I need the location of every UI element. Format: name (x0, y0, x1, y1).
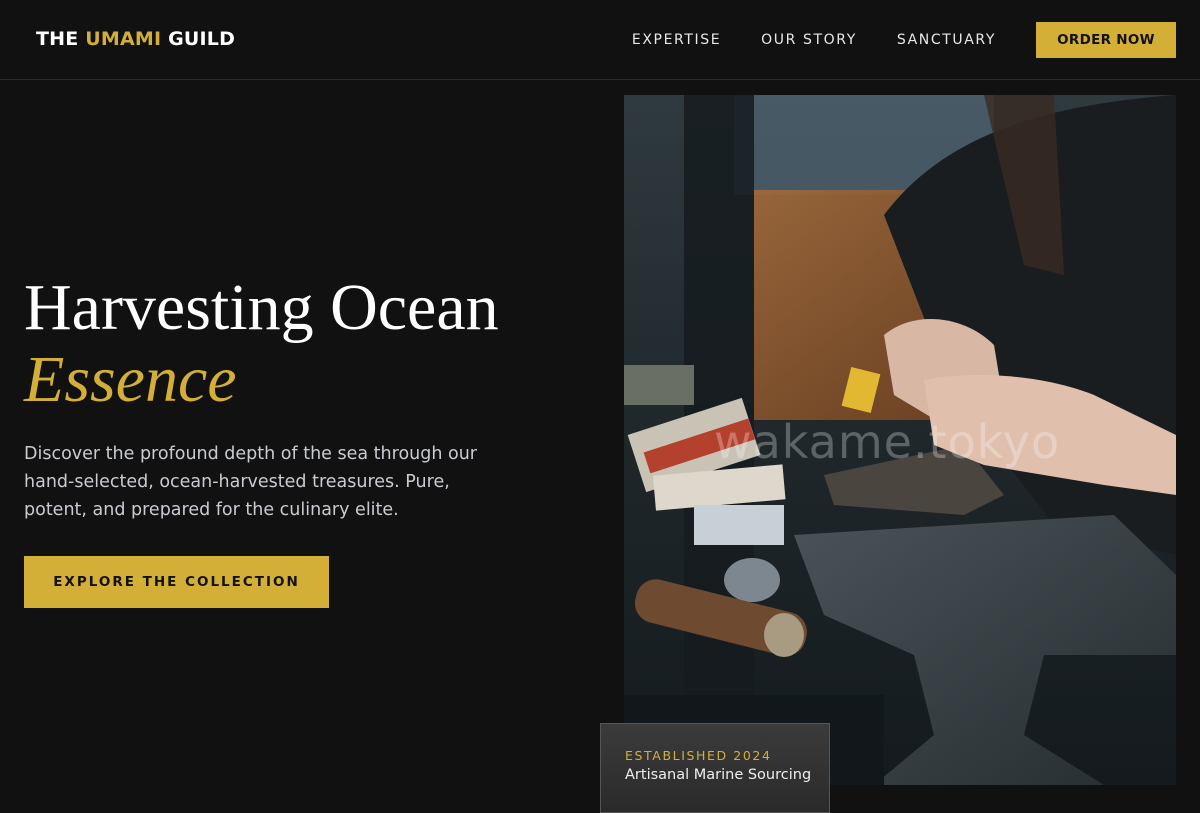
hero-title-line1: Harvesting Ocean (24, 271, 499, 344)
image-watermark: wakame.tokyo (714, 415, 1061, 469)
nav-link-expertise[interactable]: EXPERTISE (632, 22, 721, 58)
site-header: THE UMAMI GUILD EXPERTISE OUR STORY SANC… (0, 0, 1200, 80)
explore-collection-button[interactable]: EXPLORE THE COLLECTION (24, 556, 329, 608)
badge-text: Artisanal Marine Sourcing (625, 767, 812, 783)
nav-link-sanctuary[interactable]: SANCTUARY (897, 22, 996, 58)
logo[interactable]: THE UMAMI GUILD (36, 28, 235, 50)
badge-eyebrow: ESTABLISHED 2024 (625, 748, 772, 763)
hero-title-line2: Essence (24, 343, 237, 416)
main-nav: EXPERTISE OUR STORY SANCTUARY ORDER NOW (632, 22, 1176, 58)
hero-description: Discover the profound depth of the sea t… (24, 444, 477, 520)
nav-link-our-story[interactable]: OUR STORY (761, 22, 857, 58)
logo-text-guild: GUILD (161, 28, 236, 50)
hero-title: Harvesting Ocean Essence (24, 272, 499, 416)
logo-text-the: THE (36, 28, 86, 50)
logo-text-umami: UMAMI (85, 28, 162, 50)
hero-image-craftsman: wakame.tokyo (624, 95, 1176, 785)
order-now-button[interactable]: ORDER NOW (1036, 22, 1176, 58)
